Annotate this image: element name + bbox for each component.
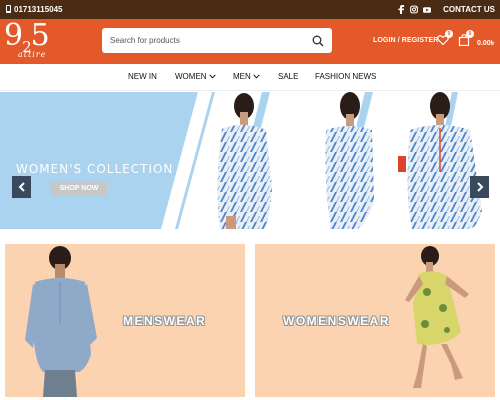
- slider-next-button[interactable]: [470, 176, 489, 198]
- logo-tagline: attire: [18, 50, 47, 59]
- instagram-icon[interactable]: [410, 5, 419, 14]
- search-bar[interactable]: Search for products: [102, 28, 332, 53]
- menswear-category-tile[interactable]: MENSWEAR: [5, 244, 245, 397]
- youtube-icon[interactable]: [423, 6, 432, 14]
- nav-item-new-in[interactable]: NEW IN: [128, 72, 157, 81]
- shop-now-button[interactable]: SHOP NOW: [51, 181, 107, 196]
- hero-title: WOMEN'S COLLECTION: [16, 162, 174, 176]
- cart-button[interactable]: 0: [458, 30, 474, 47]
- chevron-right-icon: [476, 182, 483, 192]
- hero-banner: WOMEN'S COLLECTION SHOP NOW: [0, 92, 500, 229]
- hero-image: [161, 92, 500, 229]
- nav-item-men[interactable]: MEN: [233, 72, 260, 81]
- nav-item-fashion-news[interactable]: FASHION NEWS: [315, 72, 376, 81]
- chevron-down-icon: [253, 74, 260, 79]
- contact-us-link[interactable]: CONTACT US: [443, 5, 495, 14]
- womenswear-label: WOMENSWEAR: [283, 314, 390, 328]
- phone-icon: [5, 4, 12, 15]
- chevron-down-icon: [208, 74, 216, 79]
- login-register-link[interactable]: LOGIN / REGISTER: [373, 37, 438, 44]
- search-icon[interactable]: [308, 31, 328, 51]
- menswear-label: MENSWEAR: [123, 314, 207, 328]
- main-navigation: NEW IN WOMEN MEN SALE FASHION NEWS: [0, 64, 500, 91]
- facebook-icon[interactable]: [397, 5, 405, 14]
- main-header: 925 attire Search for products LOGIN / R…: [0, 19, 500, 64]
- phone-number[interactable]: 01713115045: [5, 4, 63, 15]
- nav-item-sale[interactable]: SALE: [278, 72, 298, 81]
- cart-count-badge: 0: [466, 30, 474, 38]
- nav-item-women[interactable]: WOMEN: [175, 72, 216, 81]
- chevron-left-icon: [18, 182, 25, 192]
- womenswear-category-tile[interactable]: WOMENSWEAR: [255, 244, 495, 397]
- wishlist-count-badge: 0: [445, 30, 453, 38]
- cart-total[interactable]: 0.00৳: [477, 37, 494, 49]
- phone-text: 01713115045: [14, 5, 63, 14]
- search-input[interactable]: Search for products: [102, 36, 308, 45]
- top-bar: 01713115045 CONTACT US: [0, 0, 500, 19]
- wishlist-button[interactable]: 0: [437, 30, 453, 47]
- slider-prev-button[interactable]: [12, 176, 31, 198]
- site-logo[interactable]: 925 attire: [4, 20, 58, 62]
